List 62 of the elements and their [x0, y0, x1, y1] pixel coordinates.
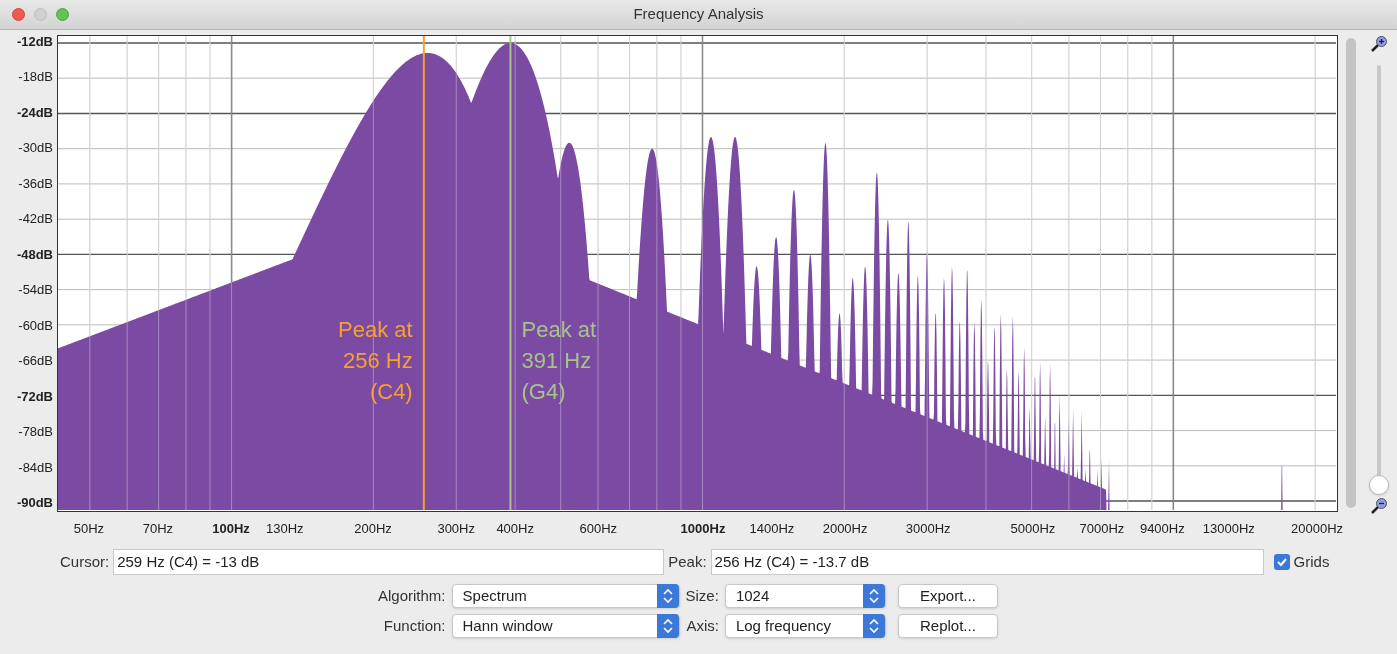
y-axis-label: -36dB — [18, 174, 53, 193]
cursor-label: Cursor: — [60, 551, 110, 572]
dropdown[interactable]: Log frequency — [724, 614, 886, 638]
dropdown[interactable]: Hann window — [451, 614, 680, 638]
y-axis-label: -66dB — [18, 352, 53, 371]
stepper-icon — [862, 584, 885, 608]
x-axis-label: 130Hz — [266, 520, 304, 538]
x-axis-label: 13000Hz — [1202, 520, 1255, 538]
zoom-slider-thumb[interactable] — [1368, 475, 1389, 495]
select-label: Algorithm: — [378, 585, 446, 606]
peak-field[interactable]: 256 Hz (C4) = -13.7 dB — [710, 549, 1264, 575]
zoom-button[interactable] — [56, 8, 69, 21]
checkmark-icon — [1275, 556, 1288, 568]
y-axis-label: -30dB — [18, 139, 53, 158]
peak-annotation: Peak at 391 Hz (G4) — [521, 316, 597, 406]
grids-label: Grids — [1293, 551, 1330, 572]
export-button[interactable]: Export... — [897, 584, 998, 608]
dropdown[interactable]: Spectrum — [451, 584, 680, 608]
stepper-icon — [656, 584, 679, 608]
stepper-icon — [656, 614, 679, 638]
x-axis-label: 7000Hz — [1079, 520, 1125, 538]
x-axis-label: 50Hz — [73, 520, 105, 538]
select-label: Function: — [382, 615, 446, 636]
stepper-icon — [862, 614, 885, 638]
x-axis-label: 400Hz — [496, 520, 534, 538]
peak-annotation: Peak at 256 Hz (C4) — [338, 316, 413, 406]
close-button[interactable] — [12, 8, 25, 21]
y-axis-label: -84dB — [18, 458, 53, 477]
peak-label: Peak: — [668, 551, 707, 572]
select-label: Size: — [685, 585, 719, 606]
x-axis-label: 2000Hz — [822, 520, 868, 538]
x-axis-label: 1000Hz — [680, 520, 726, 538]
zoom-out-icon[interactable] — [1369, 497, 1388, 515]
select-label: Axis: — [685, 615, 719, 636]
y-axis-label: -54dB — [18, 281, 53, 300]
x-axis-label: 70Hz — [142, 520, 174, 538]
cursor-field[interactable]: 259 Hz (C4) = -13 dB — [113, 549, 665, 575]
window-title: Frequency Analysis — [633, 4, 764, 25]
y-axis-label: -72dB — [16, 387, 53, 406]
y-axis-label: -12dB — [16, 33, 53, 51]
x-axis-label: 3000Hz — [905, 520, 951, 538]
x-axis-label: 200Hz — [354, 520, 392, 538]
zoom-in-icon[interactable] — [1369, 35, 1388, 53]
x-axis-label: 5000Hz — [1010, 520, 1056, 538]
minimize-button[interactable] — [34, 8, 47, 21]
y-axis-label: -60dB — [18, 316, 53, 335]
y-axis-label: -42dB — [18, 210, 53, 229]
x-axis-label: 600Hz — [579, 520, 618, 538]
y-axis-label: -78dB — [18, 423, 53, 442]
x-axis-label: 20000Hz — [1291, 520, 1344, 538]
x-axis-label: 300Hz — [437, 520, 475, 538]
replot-button[interactable]: Replot... — [897, 614, 998, 638]
y-axis-label: -90dB — [16, 493, 53, 512]
x-axis-label: 1400Hz — [749, 520, 795, 538]
x-axis-label: 100Hz — [212, 520, 250, 538]
y-axis-label: -24dB — [16, 103, 53, 122]
x-axis-label: 9400Hz — [1139, 520, 1185, 538]
y-axis-label: -18dB — [18, 68, 53, 87]
scrollbar[interactable] — [1345, 38, 1356, 508]
y-axis-label: -48dB — [16, 245, 53, 264]
grids-checkbox[interactable] — [1273, 554, 1290, 570]
dropdown[interactable]: 1024 — [724, 584, 886, 608]
